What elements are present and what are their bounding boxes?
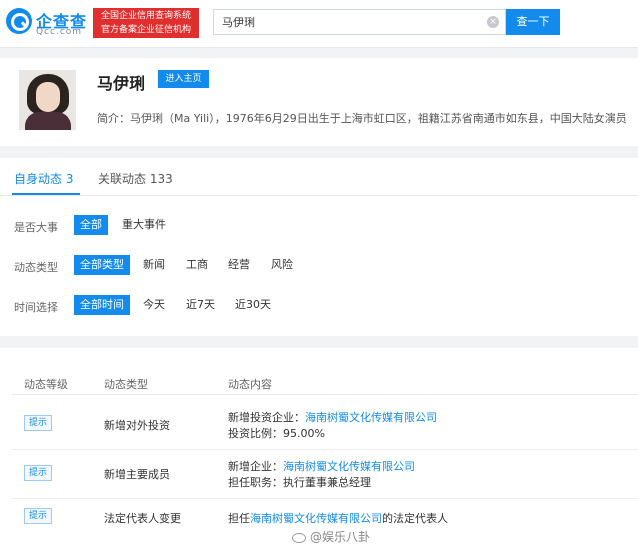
tab-related-dynamics[interactable]: 关联动态 133	[98, 170, 173, 187]
official-badge-line1: 全国企业信用查询系统	[100, 11, 191, 21]
logo-search-icon	[6, 8, 32, 34]
avatar	[19, 70, 76, 130]
dynamic-type: 法定代表人变更	[104, 512, 181, 525]
filter-major-all[interactable]: 全部	[74, 215, 108, 235]
official-badge-line2: 官方备案企业征信机构	[100, 25, 191, 35]
clear-icon[interactable]: ×	[487, 16, 499, 28]
dynamic-content-line2: 投资比例：95.00%	[228, 427, 325, 440]
active-tab-indicator	[12, 193, 80, 195]
filter-label-time: 时间选择	[14, 301, 58, 314]
dynamic-content-line1: 新增企业：海南树蜀文化传媒有限公司	[228, 460, 415, 473]
level-badge: 提示	[24, 508, 52, 524]
company-link[interactable]: 海南树蜀文化传媒有限公司	[305, 411, 437, 424]
filter-label-type: 动态类型	[14, 261, 58, 274]
logo-domain: Qcc.com	[36, 27, 83, 37]
dynamic-type: 新增主要成员	[104, 468, 170, 481]
level-badge: 提示	[24, 415, 52, 431]
row-divider	[12, 498, 638, 499]
enter-homepage-button[interactable]: 进入主页	[158, 70, 209, 88]
column-header-content: 动态内容	[228, 378, 272, 391]
company-link[interactable]: 海南树蜀文化传媒有限公司	[283, 460, 415, 473]
dynamics-filter-card: 自身动态 3 关联动态 133 是否大事 全部 重大事件 动态类型 全部类型 新…	[0, 158, 638, 336]
filter-time-all[interactable]: 全部时间	[74, 295, 130, 315]
header-divider	[12, 394, 638, 395]
filter-type-operation[interactable]: 经营	[222, 255, 256, 275]
filter-time-30days[interactable]: 近30天	[229, 295, 277, 315]
search-box: ×	[213, 9, 506, 35]
column-header-type: 动态类型	[104, 378, 148, 391]
filter-type-all[interactable]: 全部类型	[74, 255, 130, 275]
dynamic-content-line1: 担任海南树蜀文化传媒有限公司的法定代表人	[228, 512, 448, 525]
profile-card: 马伊琍 进入主页 简介：马伊琍（Ma Yili），1976年6月29日出生于上海…	[0, 58, 638, 146]
filter-type-risk[interactable]: 风险	[265, 255, 299, 275]
search-input[interactable]	[214, 10, 484, 34]
weibo-watermark: @娱乐八卦	[292, 528, 370, 545]
filter-major-important[interactable]: 重大事件	[116, 215, 172, 235]
weibo-icon	[292, 532, 306, 543]
site-logo[interactable]: 企查查 Qcc.com	[6, 8, 94, 40]
filter-label-major: 是否大事	[14, 221, 58, 234]
column-header-level: 动态等级	[24, 378, 68, 391]
dynamics-table: 动态等级 动态类型 动态内容 提示 新增对外投资 新增投资企业：海南树蜀文化传媒…	[0, 348, 638, 549]
row-divider	[12, 449, 638, 450]
top-bar: 企查查 Qcc.com 全国企业信用查询系统 官方备案企业征信机构 × 查一下	[0, 0, 638, 48]
official-badge: 全国企业信用查询系统 官方备案企业征信机构	[93, 8, 199, 38]
filter-type-business[interactable]: 工商	[180, 255, 214, 275]
company-link[interactable]: 海南树蜀文化传媒有限公司	[250, 512, 382, 525]
search-button[interactable]: 查一下	[506, 9, 560, 35]
dynamic-content-line1: 新增投资企业：海南树蜀文化传媒有限公司	[228, 411, 437, 424]
level-badge: 提示	[24, 465, 52, 481]
tab-bar: 自身动态 3 关联动态 133	[0, 158, 638, 196]
tab-own-dynamics[interactable]: 自身动态 3	[14, 170, 73, 187]
person-name: 马伊琍	[97, 74, 146, 93]
dynamic-type: 新增对外投资	[104, 419, 170, 432]
person-intro: 简介：马伊琍（Ma Yili），1976年6月29日出生于上海市虹口区，祖籍江苏…	[97, 112, 627, 125]
dynamic-content-line2: 担任职务：执行董事兼总经理	[228, 476, 371, 489]
filter-time-today[interactable]: 今天	[137, 295, 171, 315]
filter-type-news[interactable]: 新闻	[137, 255, 171, 275]
filter-time-7days[interactable]: 近7天	[180, 295, 221, 315]
